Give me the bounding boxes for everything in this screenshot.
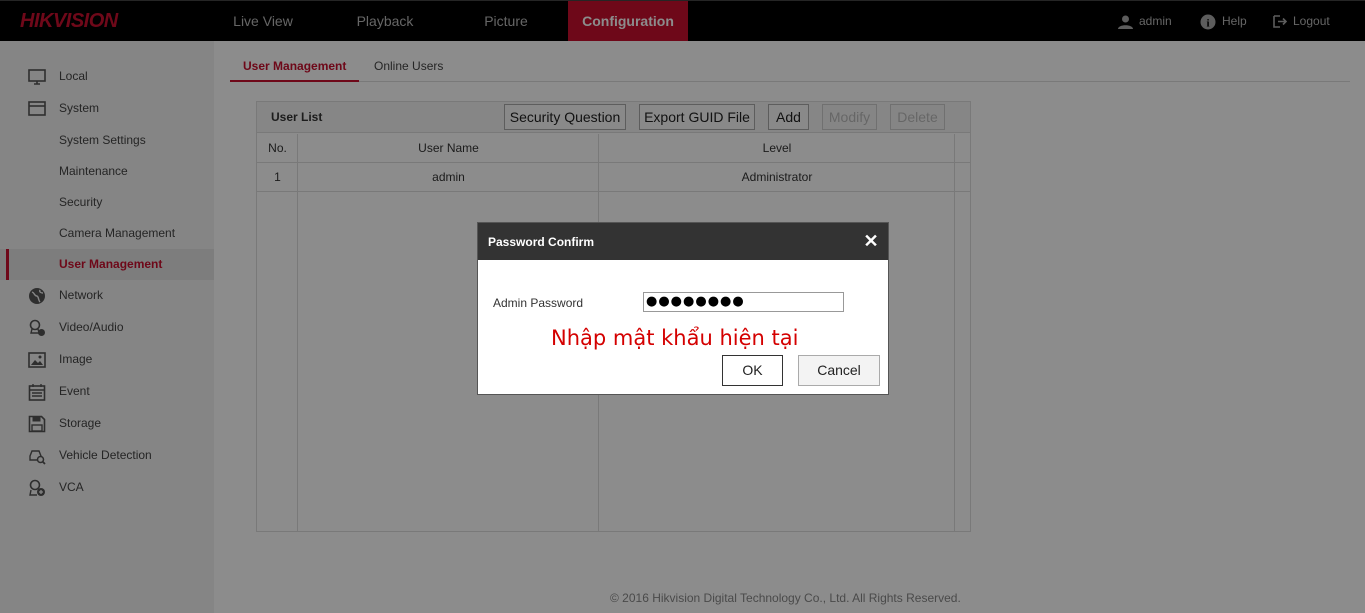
dialog-title: Password Confirm <box>488 235 595 249</box>
dialog-header: Password Confirm ✕ <box>478 223 888 260</box>
close-icon[interactable]: ✕ <box>862 232 880 250</box>
password-hint-text: Nhập mật khẩu hiện tại <box>551 326 799 350</box>
ok-button[interactable]: OK <box>722 355 783 386</box>
password-confirm-dialog: Password Confirm ✕ Admin Password ●●●●●●… <box>477 222 889 395</box>
cancel-button[interactable]: Cancel <box>798 355 880 386</box>
admin-password-label: Admin Password <box>493 296 584 310</box>
admin-password-field[interactable]: ●●●●●●●● <box>643 292 844 312</box>
